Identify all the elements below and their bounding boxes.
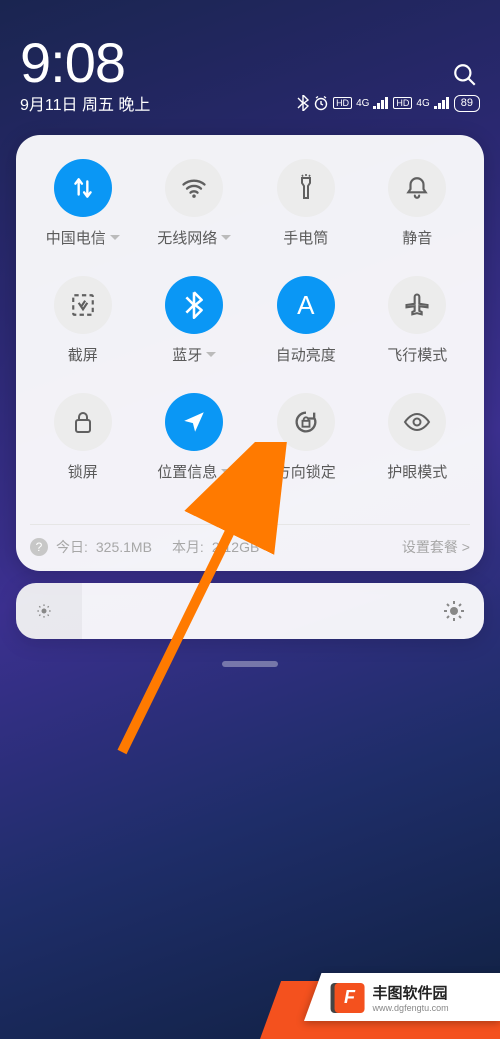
tiles-grid: 中国电信 无线网络 手电筒 静音截屏 蓝牙 A 自动亮度 飞行模式锁屏 位置信息 方向锁定 护眼模式 xyxy=(30,159,470,482)
screenshot-icon xyxy=(54,276,112,334)
signal-4g-2-label: 4G xyxy=(416,98,429,109)
tile-label: 中国电信 xyxy=(46,227,106,248)
expand-icon[interactable] xyxy=(110,235,120,240)
tile-airplane[interactable]: 飞行模式 xyxy=(365,276,471,365)
tile-label: 自动亮度 xyxy=(276,344,336,365)
bluetooth-icon xyxy=(165,276,223,334)
rotation-icon xyxy=(277,393,335,451)
data-usage-row[interactable]: ? 今日: 325.1MB 本月: 2.12GB 设置套餐 > xyxy=(30,524,470,557)
data-icon xyxy=(54,159,112,217)
expand-icon[interactable] xyxy=(206,352,216,357)
airplane-icon xyxy=(388,276,446,334)
data-month-label: 本月: xyxy=(172,537,204,557)
bell-icon xyxy=(388,159,446,217)
search-button[interactable] xyxy=(452,62,478,93)
lock-icon xyxy=(54,393,112,451)
drag-handle[interactable] xyxy=(222,661,278,667)
tile-flashlight[interactable]: 手电筒 xyxy=(253,159,359,248)
tile-rotation[interactable]: 方向锁定 xyxy=(253,393,359,482)
watermark-logo: F xyxy=(335,982,365,1012)
battery-level: 89 xyxy=(454,95,480,112)
expand-icon[interactable] xyxy=(221,235,231,240)
page-indicator xyxy=(30,504,470,510)
tile-label: 蓝牙 xyxy=(172,344,202,365)
tile-label: 手电筒 xyxy=(283,227,328,248)
tile-label: 无线网络 xyxy=(157,227,217,248)
signal-4g-label: 4G xyxy=(356,98,369,109)
data-today-value: 325.1MB xyxy=(96,539,152,555)
search-icon xyxy=(452,62,478,88)
tile-label: 锁屏 xyxy=(68,461,98,482)
tile-location[interactable]: 位置信息 xyxy=(142,393,248,482)
tile-wifi[interactable]: 无线网络 xyxy=(142,159,248,248)
brightness-slider[interactable] xyxy=(16,583,484,639)
data-today-label: 今日: xyxy=(56,537,88,557)
bluetooth-status-icon xyxy=(297,95,309,111)
page-dot xyxy=(254,504,260,510)
signal-icon xyxy=(373,97,389,109)
hd-badge-2-icon: HD xyxy=(393,97,412,109)
alarm-status-icon xyxy=(313,95,329,111)
date-label: 9月11日 周五 晚上 xyxy=(20,91,150,115)
watermark: F 丰图软件园 www.dgfengtu.com xyxy=(304,973,500,1021)
tile-bell[interactable]: 静音 xyxy=(365,159,471,248)
info-icon: ? xyxy=(30,538,48,556)
tile-letter-a[interactable]: A 自动亮度 xyxy=(253,276,359,365)
watermark-title: 丰图软件园 xyxy=(373,985,448,1002)
page-dot xyxy=(240,504,246,510)
brightness-high-icon xyxy=(442,599,466,623)
tile-label: 截屏 xyxy=(68,344,98,365)
status-icons: HD 4G HD 4G 89 xyxy=(297,95,480,112)
brightness-low-icon xyxy=(34,601,54,621)
flashlight-icon xyxy=(277,159,335,217)
tile-screenshot[interactable]: 截屏 xyxy=(30,276,136,365)
expand-icon[interactable] xyxy=(221,469,231,474)
tile-label: 护眼模式 xyxy=(387,461,447,482)
tile-data[interactable]: 中国电信 xyxy=(30,159,136,248)
quick-settings-panel: 中国电信 无线网络 手电筒 静音截屏 蓝牙 A 自动亮度 飞行模式锁屏 位置信息 方向锁定 护眼模式… xyxy=(16,135,484,571)
tile-label: 方向锁定 xyxy=(276,461,336,482)
tile-bluetooth[interactable]: 蓝牙 xyxy=(142,276,248,365)
status-bar: 9:08 9月11日 周五 晚上 HD 4G HD 4G 89 xyxy=(0,0,500,123)
tile-lock[interactable]: 锁屏 xyxy=(30,393,136,482)
clock-time: 9:08 xyxy=(20,30,480,95)
data-month-value: 2.12GB xyxy=(212,539,259,555)
hd-badge-icon: HD xyxy=(333,97,352,109)
tile-label: 静音 xyxy=(402,227,432,248)
tile-label: 位置信息 xyxy=(157,461,217,482)
letter-a-icon: A xyxy=(277,276,335,334)
plan-settings-link[interactable]: 设置套餐 > xyxy=(402,537,470,557)
eye-icon xyxy=(388,393,446,451)
tile-label: 飞行模式 xyxy=(387,344,447,365)
signal-2-icon xyxy=(434,97,450,109)
location-icon xyxy=(165,393,223,451)
tile-eye[interactable]: 护眼模式 xyxy=(365,393,471,482)
wifi-icon xyxy=(165,159,223,217)
watermark-url: www.dgfengtu.com xyxy=(373,1003,449,1013)
